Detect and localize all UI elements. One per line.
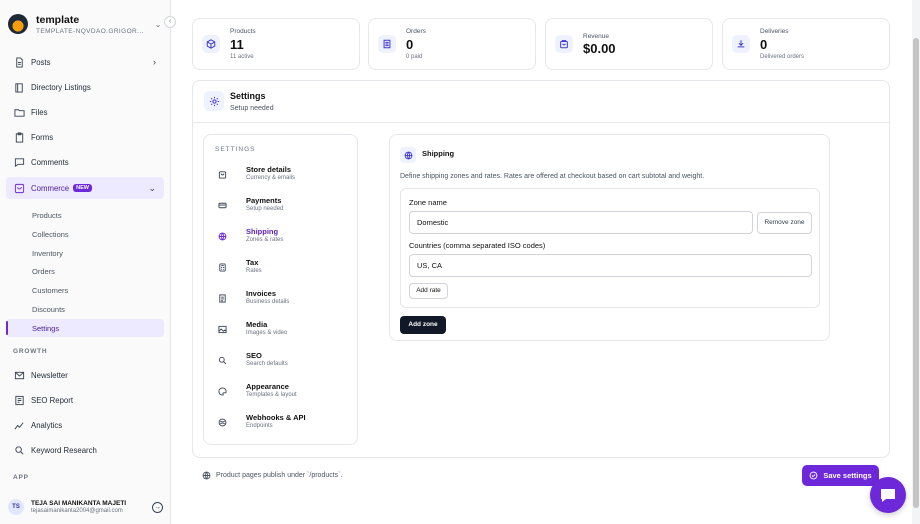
stat-card-revenue: Revenue $0.00 xyxy=(545,18,713,70)
footer-note: Product pages publish under `/products`. xyxy=(202,471,342,480)
settings-status: Setup needed xyxy=(230,105,274,112)
comment-icon xyxy=(14,157,25,168)
add-zone-button[interactable]: Add zone xyxy=(400,316,446,334)
avatar: TS xyxy=(8,499,24,515)
webhook-icon xyxy=(218,418,228,428)
settings-card: Settings Setup needed SETTINGS Store det… xyxy=(192,80,890,458)
countries-label: Countries (comma separated ISO codes) xyxy=(409,241,546,250)
sidebar-item-forms[interactable]: Forms xyxy=(6,126,164,148)
shipping-panel: Shipping Define shipping zones and rates… xyxy=(389,134,830,341)
sidebar-sub-orders[interactable]: Orders xyxy=(6,262,164,280)
logout-icon[interactable]: → xyxy=(152,501,163,513)
sidebar-item-files[interactable]: Files xyxy=(6,101,164,123)
stat-card-deliveries: Deliveries 0 Delivered orders xyxy=(722,18,890,70)
download-icon xyxy=(732,35,750,53)
user-profile[interactable]: TS TEJA SAI MANIKANTA MAJETI tejasaimani… xyxy=(8,497,163,517)
workspace-logo xyxy=(8,14,28,34)
save-settings-button[interactable]: Save settings xyxy=(802,465,879,486)
zone-name-input[interactable]: Domestic xyxy=(409,211,753,234)
scrollbar[interactable] xyxy=(912,0,920,524)
mail-icon xyxy=(14,370,25,381)
check-circle-icon xyxy=(809,471,818,480)
user-name: TEJA SAI MANIKANTA MAJETI xyxy=(31,500,127,507)
invoice-icon xyxy=(218,294,228,304)
countries-input[interactable]: US, CA xyxy=(409,254,812,277)
sidebar-item-comments[interactable]: Comments xyxy=(6,151,164,173)
scrollbar-thumb[interactable] xyxy=(913,38,919,508)
sidebar-item-commerce[interactable]: Commerce NEW ⌄ xyxy=(6,177,164,199)
sidebar-sub-collections[interactable]: Collections xyxy=(6,225,164,243)
store-icon xyxy=(218,170,228,180)
workspace-switcher[interactable]: template TEMPLATE-NQVDAO.GRIGOR... ⌄ xyxy=(8,10,163,38)
settings-nav: SETTINGS Store details Currency & emails… xyxy=(203,134,358,445)
card-icon xyxy=(218,201,228,211)
palette-icon xyxy=(218,387,228,397)
remove-zone-button[interactable]: Remove zone xyxy=(757,212,812,234)
gear-icon xyxy=(204,91,224,111)
chevron-updown-icon: ⌄ xyxy=(154,19,162,29)
sidebar-sub-discounts[interactable]: Discounts xyxy=(6,300,164,318)
page-title: Settings xyxy=(230,91,266,101)
chevron-down-icon: ⌄ xyxy=(148,182,156,193)
settings-nav-heading: SETTINGS xyxy=(215,146,256,153)
calculator-icon xyxy=(218,263,228,273)
chart-icon xyxy=(14,420,25,431)
settings-nav-store-details[interactable]: Store details Currency & emails xyxy=(218,165,348,189)
globe-icon xyxy=(400,147,416,163)
main-content: Products 11 11 active Orders 0 0 paid Re… xyxy=(171,0,920,524)
settings-nav-seo[interactable]: SEO Search defaults xyxy=(218,351,348,375)
settings-nav-payments[interactable]: Payments Setup needed xyxy=(218,196,348,220)
cart-icon xyxy=(14,183,25,194)
new-badge: NEW xyxy=(73,184,92,192)
stat-card-orders: Orders 0 0 paid xyxy=(368,18,536,70)
add-rate-button[interactable]: Add rate xyxy=(409,283,448,299)
chat-bubble-icon xyxy=(881,489,895,502)
stat-card-products: Products 11 11 active xyxy=(192,18,360,70)
settings-nav-media[interactable]: Media Images & video xyxy=(218,320,348,344)
sidebar-sub-products[interactable]: Products xyxy=(6,206,164,224)
globe-icon xyxy=(218,232,228,242)
sidebar-sub-customers[interactable]: Customers xyxy=(6,281,164,299)
clipboard-icon xyxy=(14,131,25,143)
sidebar-item-posts[interactable]: Posts › xyxy=(6,51,164,73)
folder-icon xyxy=(14,107,25,118)
user-email: tejasaimanikanta2004@gmail.com xyxy=(31,508,123,514)
shipping-zone: Zone name Domestic Remove zone Countries… xyxy=(400,188,820,308)
book-icon xyxy=(14,82,25,93)
settings-nav-shipping[interactable]: Shipping Zones & rates xyxy=(218,227,348,251)
document-icon xyxy=(14,56,25,68)
sidebar-item-analytics[interactable]: Analytics xyxy=(6,414,164,436)
sidebar-sub-inventory[interactable]: Inventory xyxy=(6,244,164,262)
zone-name-label: Zone name xyxy=(409,198,447,207)
search-icon xyxy=(14,445,25,456)
shipping-title: Shipping xyxy=(422,149,455,158)
sidebar-item-directory-listings[interactable]: Directory Listings xyxy=(6,76,164,98)
sidebar-item-keyword-research[interactable]: Keyword Research xyxy=(6,439,164,461)
sidebar: template TEMPLATE-NQVDAO.GRIGOR... ⌄ ‹ P… xyxy=(0,0,176,524)
app-heading: APP xyxy=(13,474,29,481)
workspace-name: template xyxy=(36,13,80,26)
sidebar-sub-settings[interactable]: Settings xyxy=(6,319,164,337)
globe-icon xyxy=(202,471,211,480)
cube-icon xyxy=(202,35,220,53)
settings-header: Settings Setup needed xyxy=(193,81,889,123)
chat-widget-button[interactable] xyxy=(870,477,906,513)
chevron-right-icon: › xyxy=(153,57,156,67)
sidebar-item-newsletter[interactable]: Newsletter xyxy=(6,364,164,386)
shipping-description: Define shipping zones and rates. Rates a… xyxy=(400,173,705,180)
bag-icon xyxy=(555,35,573,53)
settings-nav-webhooks-api[interactable]: Webhooks & API Endpoints xyxy=(218,413,348,437)
workspace-slug: TEMPLATE-NQVDAO.GRIGOR... xyxy=(36,27,144,35)
sidebar-item-seo-report[interactable]: SEO Report xyxy=(6,389,164,411)
collapse-sidebar-button[interactable]: ‹ xyxy=(164,16,176,28)
settings-nav-tax[interactable]: Tax Rates xyxy=(218,258,348,282)
settings-nav-invoices[interactable]: Invoices Business details xyxy=(218,289,348,313)
search-icon xyxy=(218,356,228,366)
settings-nav-appearance[interactable]: Appearance Templates & layout xyxy=(218,382,348,406)
receipt-icon xyxy=(378,35,396,53)
report-icon xyxy=(14,395,25,406)
image-icon xyxy=(218,325,228,335)
growth-heading: GROWTH xyxy=(13,348,48,355)
